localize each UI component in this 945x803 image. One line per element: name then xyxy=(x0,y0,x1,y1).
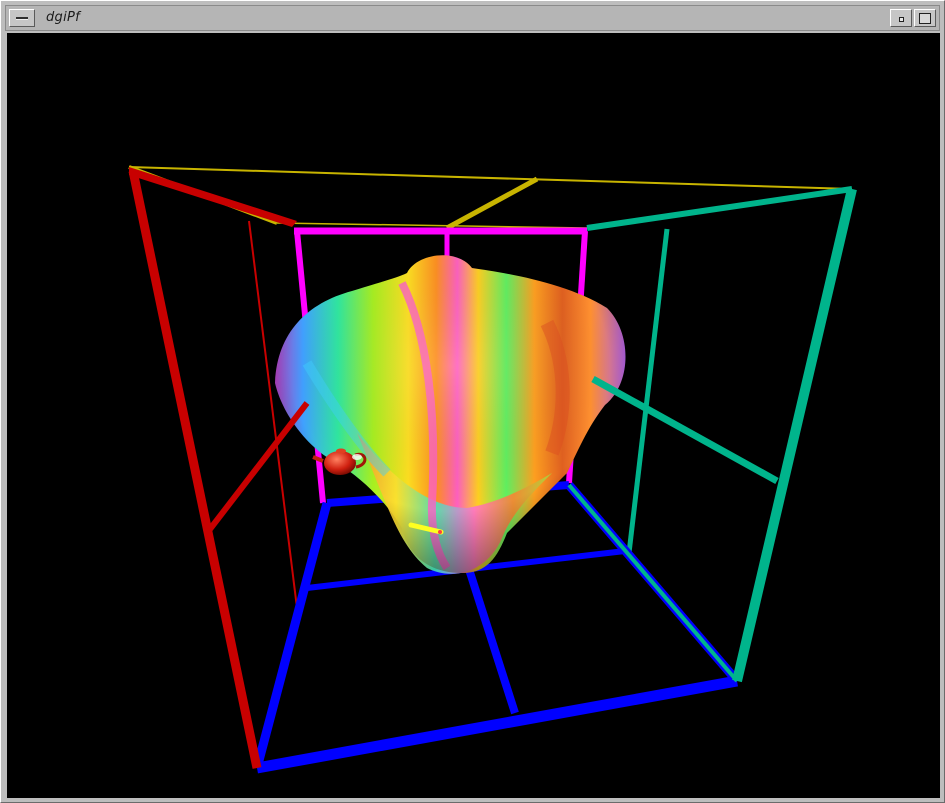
minimize-icon xyxy=(899,17,904,22)
3d-viewport[interactable] xyxy=(7,33,940,798)
window-menu-icon xyxy=(16,17,28,20)
minimize-button[interactable] xyxy=(890,9,912,27)
spherical-harmonic-surface xyxy=(275,255,626,574)
maximize-button[interactable] xyxy=(914,9,936,27)
window-menu-button[interactable] xyxy=(9,9,35,27)
scene-canvas[interactable] xyxy=(7,33,940,798)
maximize-icon xyxy=(919,13,931,24)
app-window: dgiPf xyxy=(0,0,945,803)
title-bar[interactable]: dgiPf xyxy=(5,5,940,31)
window-title: dgiPf xyxy=(46,10,81,25)
